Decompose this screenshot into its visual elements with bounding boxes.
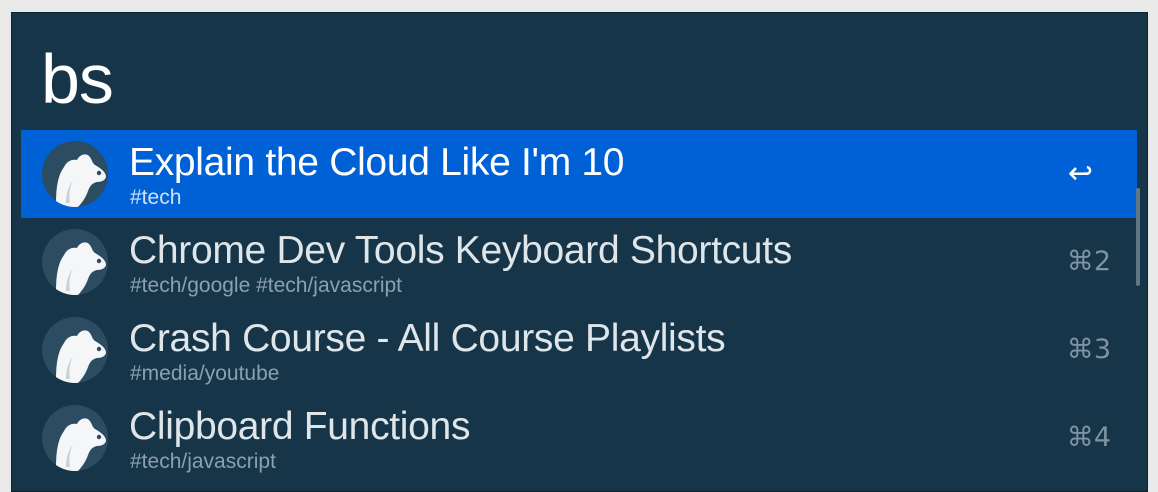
- result-tags: #tech/javascript: [130, 450, 276, 473]
- scrollbar[interactable]: [1136, 188, 1140, 286]
- return-key-icon: ↩: [1067, 156, 1093, 191]
- search-input[interactable]: bs: [41, 39, 1041, 119]
- launcher-window: bs Explain the Cloud Like I'm 10 #tech ↩…: [11, 12, 1148, 492]
- result-row[interactable]: Crash Course - All Course Playlists #med…: [21, 306, 1137, 394]
- shortcut-hint: ⌘4: [1066, 422, 1111, 453]
- result-row[interactable]: Explain the Cloud Like I'm 10 #tech ↩: [21, 130, 1137, 218]
- shortcut-hint: ⌘3: [1066, 334, 1111, 365]
- result-title: Explain the Cloud Like I'm 10: [129, 141, 625, 184]
- result-title: Crash Course - All Course Playlists: [129, 317, 726, 360]
- result-tags: #media/youtube: [130, 362, 280, 385]
- result-title: Chrome Dev Tools Keyboard Shortcuts: [129, 229, 792, 272]
- results-list: Explain the Cloud Like I'm 10 #tech ↩ Ch…: [21, 130, 1137, 482]
- result-tags: #tech/google #tech/javascript: [130, 274, 403, 297]
- bear-icon: [42, 317, 108, 383]
- result-title: Clipboard Functions: [129, 405, 471, 448]
- bear-icon: [42, 229, 108, 295]
- shortcut-hint: ⌘2: [1066, 246, 1111, 277]
- result-row[interactable]: Chrome Dev Tools Keyboard Shortcuts #tec…: [21, 218, 1137, 306]
- result-row[interactable]: Clipboard Functions #tech/javascript ⌘4: [21, 394, 1137, 482]
- bear-icon: [42, 141, 108, 207]
- result-tags: #tech: [130, 186, 182, 209]
- bear-icon: [42, 405, 108, 471]
